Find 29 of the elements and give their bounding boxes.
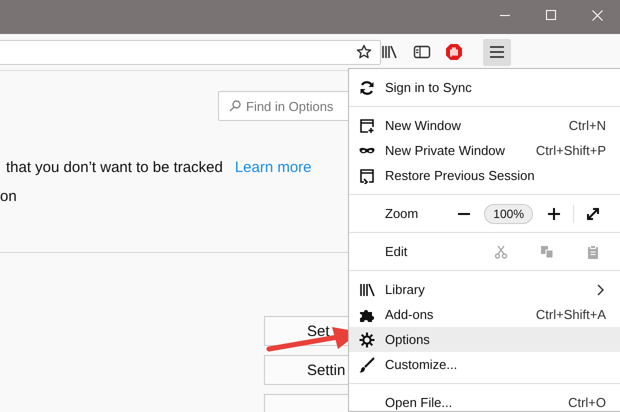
zoom-label: Zoom bbox=[385, 206, 420, 221]
menu-item[interactable]: Open File... Ctrl+O bbox=[349, 390, 620, 412]
menu-item[interactable]: Library bbox=[349, 277, 620, 302]
sidebar-icon[interactable] bbox=[413, 44, 431, 60]
menu-item[interactable]: Restore Previous Session bbox=[349, 163, 620, 188]
library-icon[interactable] bbox=[381, 44, 399, 60]
sync-icon bbox=[359, 80, 375, 96]
zoom-reset-button[interactable]: 100% bbox=[484, 204, 533, 224]
edit-label: Edit bbox=[385, 244, 408, 259]
minus-icon bbox=[458, 212, 470, 214]
tracking-text: that you don’t want to be tracked bbox=[6, 159, 223, 176]
close-icon bbox=[592, 10, 602, 20]
menu-button[interactable] bbox=[483, 38, 511, 66]
menu-item[interactable]: Options bbox=[349, 327, 620, 352]
setting-text: on bbox=[0, 188, 17, 205]
minimize-icon bbox=[500, 14, 510, 16]
search-input[interactable]: Find in Options bbox=[246, 98, 356, 114]
bookmark-star-icon[interactable] bbox=[356, 44, 372, 60]
menu-item[interactable]: New Private Window Ctrl+Shift+P bbox=[349, 138, 620, 163]
menu-icon bbox=[489, 45, 505, 59]
chevron-right-icon bbox=[596, 284, 604, 296]
new-window-icon bbox=[359, 118, 375, 134]
brush-icon bbox=[359, 356, 375, 372]
gear-icon bbox=[359, 332, 375, 348]
library-icon bbox=[359, 282, 375, 298]
search-icon bbox=[229, 100, 241, 112]
restore-session-icon bbox=[359, 168, 375, 184]
maximize-icon bbox=[546, 10, 556, 20]
stop-hand-icon[interactable] bbox=[445, 43, 463, 61]
